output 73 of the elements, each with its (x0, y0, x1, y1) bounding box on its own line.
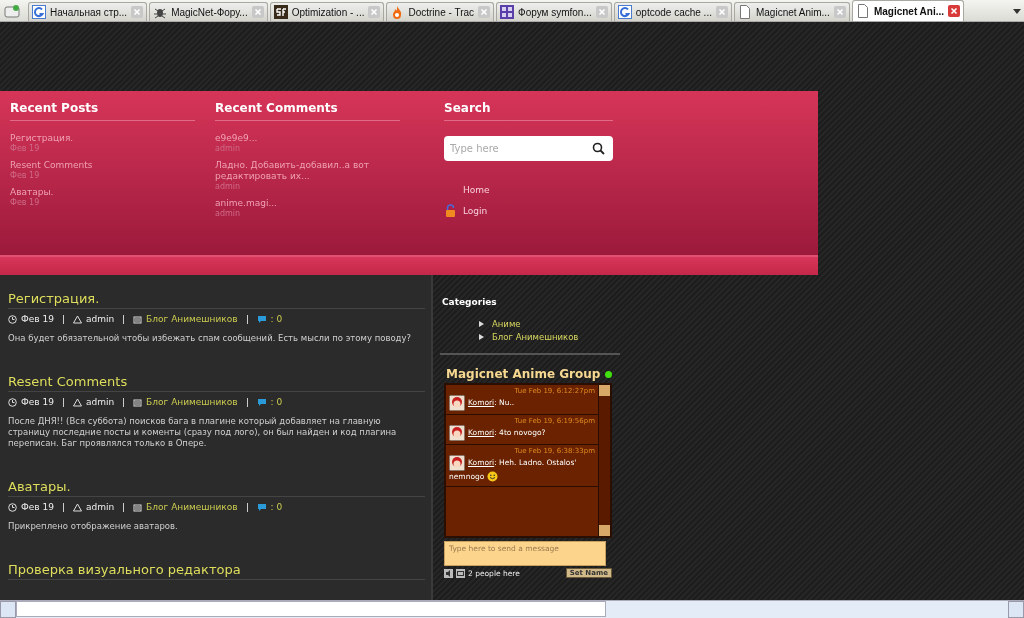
padlock-icon (444, 204, 457, 217)
comment-count[interactable]: : 0 (270, 397, 283, 407)
page-icon (855, 4, 870, 18)
bullet-icon (479, 334, 484, 340)
post-date: Фев 19 (21, 397, 54, 407)
post-author: admin (85, 502, 115, 512)
comment-count[interactable]: : 0 (270, 502, 283, 512)
post-title[interactable]: Аватары. (8, 479, 425, 497)
browser-tab[interactable]: optcode cache ... (613, 2, 732, 21)
post-excerpt: После ДНЯ!! (Вся суббота) поисков бага в плагине который добавляет на главную страницу последние посты и коменты (сразу под лого), он был найден и код плагина переписан. Баг проявлялся только в Опере. (8, 416, 398, 449)
folder-icon (133, 397, 143, 407)
post-date: Фев 19 (10, 171, 41, 180)
clock-icon (8, 502, 17, 512)
avatar-icon (449, 425, 465, 441)
page-icon (737, 5, 752, 19)
category-link[interactable]: Блог Анимешников (146, 397, 238, 407)
speaker-icon[interactable] (444, 568, 453, 578)
bullet-icon (479, 321, 484, 327)
widget-title: Recent Comments (215, 101, 400, 121)
comment-count[interactable]: : 0 (270, 314, 283, 324)
avatar-icon (449, 395, 465, 411)
user-icon (72, 502, 82, 512)
widget-title: Search (444, 101, 613, 121)
close-icon[interactable] (948, 5, 961, 17)
g-logo-icon (32, 5, 46, 19)
browser-tab[interactable]: Magicnet Anim... (733, 2, 850, 21)
speech-bubble-icon (256, 502, 267, 512)
post-author: admin (85, 314, 115, 324)
category-link[interactable]: Блог Анимешников (146, 502, 238, 512)
browser-tab[interactable]: Начальная стр... (28, 2, 148, 21)
new-tab-icon[interactable] (4, 4, 20, 18)
grid-icon (500, 5, 515, 19)
search-icon[interactable] (592, 142, 605, 155)
scrollbar[interactable] (598, 385, 610, 536)
post-date: Фев 19 (10, 198, 41, 207)
widget-title: Categories (442, 297, 498, 307)
search-field[interactable]: Type here (444, 136, 613, 161)
folder-icon (133, 314, 143, 324)
browser-tab[interactable]: MagicNet-Фору... (149, 2, 268, 21)
browser-tab[interactable]: Doctrine - Trac (386, 2, 495, 21)
post-date: Фев 19 (10, 144, 41, 153)
folder-icon (133, 502, 143, 512)
post-title[interactable]: Проверка визуального редактора (8, 562, 425, 580)
clock-icon (8, 314, 17, 324)
category-link[interactable]: Аниме (492, 319, 521, 329)
user-icon (72, 314, 82, 324)
user-icon (72, 397, 82, 407)
sf-logo-icon (273, 5, 288, 19)
post-date: Фев 19 (21, 502, 54, 512)
envelope-icon[interactable] (456, 568, 465, 578)
chat-title: Magicnet Anime Group (446, 367, 601, 381)
category-link[interactable]: Блог Анимешников (146, 314, 238, 324)
clock-icon (8, 397, 17, 407)
nav-link[interactable]: Login (463, 205, 488, 216)
g-logo-icon (617, 5, 632, 19)
browser-tab[interactable]: Форум symfon... (496, 2, 612, 21)
horizontal-scrollbar[interactable] (0, 600, 1024, 618)
speech-bubble-icon (256, 314, 267, 324)
tab-list-icon[interactable] (1012, 7, 1022, 15)
post-excerpt: Прикреплено отображение аватаров. (8, 521, 179, 532)
avatar-icon (449, 455, 465, 471)
widget-title: Recent Posts (10, 101, 195, 121)
post-date: Фев 19 (21, 314, 54, 324)
post-excerpt: Она будет обязательной чтобы избежать спам сообщений. Есть мысли по этому поводу? (8, 333, 413, 344)
post-title[interactable]: Resent Comments (8, 374, 425, 392)
speech-bubble-icon (256, 397, 267, 407)
comment-author: admin (215, 209, 242, 218)
post-author: admin (85, 397, 115, 407)
post-title[interactable]: Регистрация. (8, 291, 425, 309)
browser-tab[interactable]: Optimization - ... (269, 2, 385, 21)
nav-link[interactable]: Home (463, 184, 490, 195)
category-link[interactable]: Блог Анимешников (492, 332, 579, 342)
browser-tab[interactable]: Magicnet Ani... (851, 0, 965, 21)
